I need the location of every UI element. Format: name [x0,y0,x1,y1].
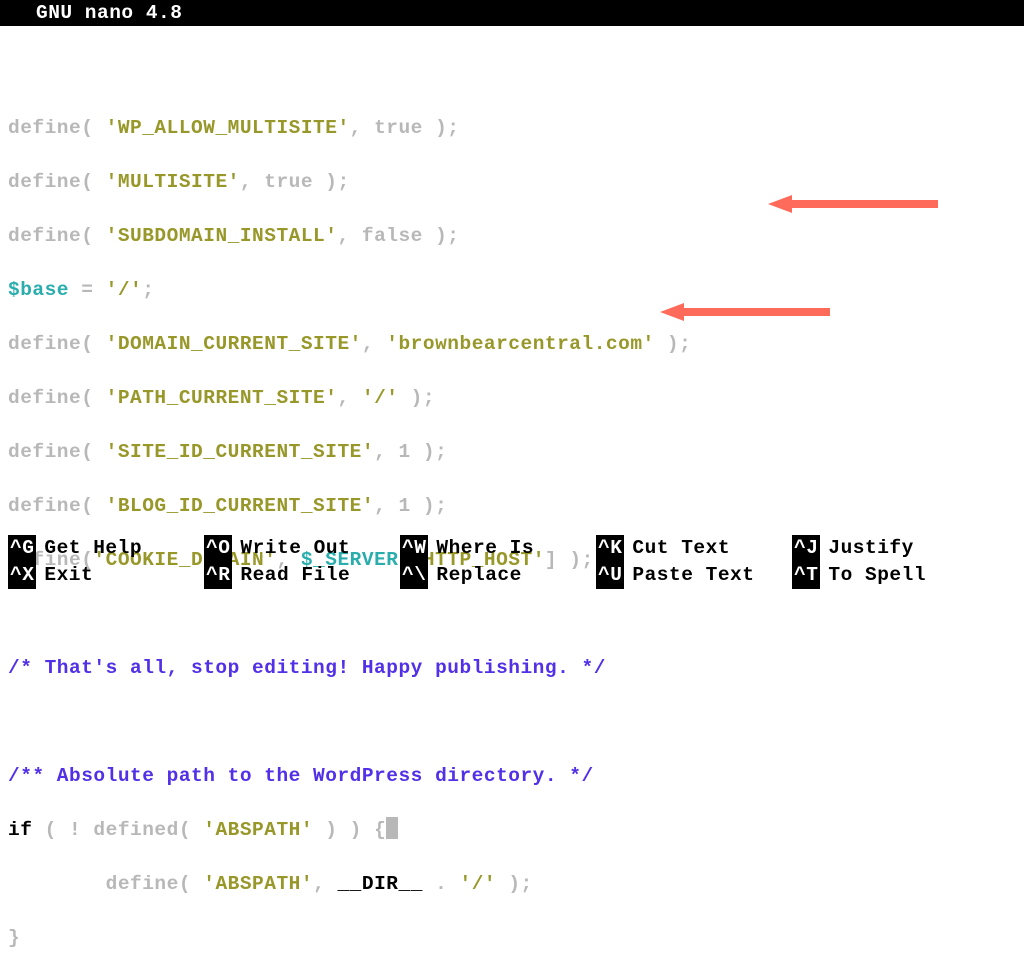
shortcut-replace[interactable]: ^\Replace [400,562,596,589]
code-line: define( 'WP_ALLOW_MULTISITE', true ); [8,115,1016,142]
code-comment: /* That's all, stop editing! Happy publi… [8,655,1016,682]
app-title: GNU nano 4.8 [36,2,182,24]
code-line: define( 'SITE_ID_CURRENT_SITE', 1 ); [8,439,1016,466]
code-line: define( 'PATH_CURRENT_SITE', '/' ); [8,385,1016,412]
annotation-arrow-icon [660,303,830,317]
code-line: define( 'DOMAIN_CURRENT_SITE', 'brownbea… [8,331,1016,358]
code-line: define( 'MULTISITE', true ); [8,169,1016,196]
annotation-arrow-icon [768,195,938,209]
code-line: define( 'ABSPATH', __DIR__ . '/' ); [8,871,1016,898]
shortcut-where-is[interactable]: ^WWhere Is [400,535,596,562]
code-line: if ( ! defined( 'ABSPATH' ) ) { [8,817,1016,844]
shortcut-exit[interactable]: ^XExit [8,562,204,589]
code-line: define( 'SUBDOMAIN_INSTALL', false ); [8,223,1016,250]
shortcut-row: ^XExit ^RRead File ^\Replace ^UPaste Tex… [8,562,1016,589]
code-line: define( 'BLOG_ID_CURRENT_SITE', 1 ); [8,493,1016,520]
shortcut-to-spell[interactable]: ^TTo Spell [792,562,988,589]
shortcut-row: ^GGet Help ^OWrite Out ^WWhere Is ^KCut … [8,535,1016,562]
cursor [386,817,398,839]
shortcut-cut-text[interactable]: ^KCut Text [596,535,792,562]
editor-area[interactable]: define( 'WP_ALLOW_MULTISITE', true ); de… [0,26,1024,979]
title-bar: GNU nano 4.8 [0,0,1024,26]
shortcut-write-out[interactable]: ^OWrite Out [204,535,400,562]
code-line: $base = '/'; [8,277,1016,304]
shortcut-read-file[interactable]: ^RRead File [204,562,400,589]
shortcut-bar: ^GGet Help ^OWrite Out ^WWhere Is ^KCut … [8,535,1016,589]
code-comment: /** Absolute path to the WordPress direc… [8,763,1016,790]
shortcut-justify[interactable]: ^JJustify [792,535,988,562]
shortcut-paste-text[interactable]: ^UPaste Text [596,562,792,589]
shortcut-get-help[interactable]: ^GGet Help [8,535,204,562]
code-line: } [8,925,1016,952]
